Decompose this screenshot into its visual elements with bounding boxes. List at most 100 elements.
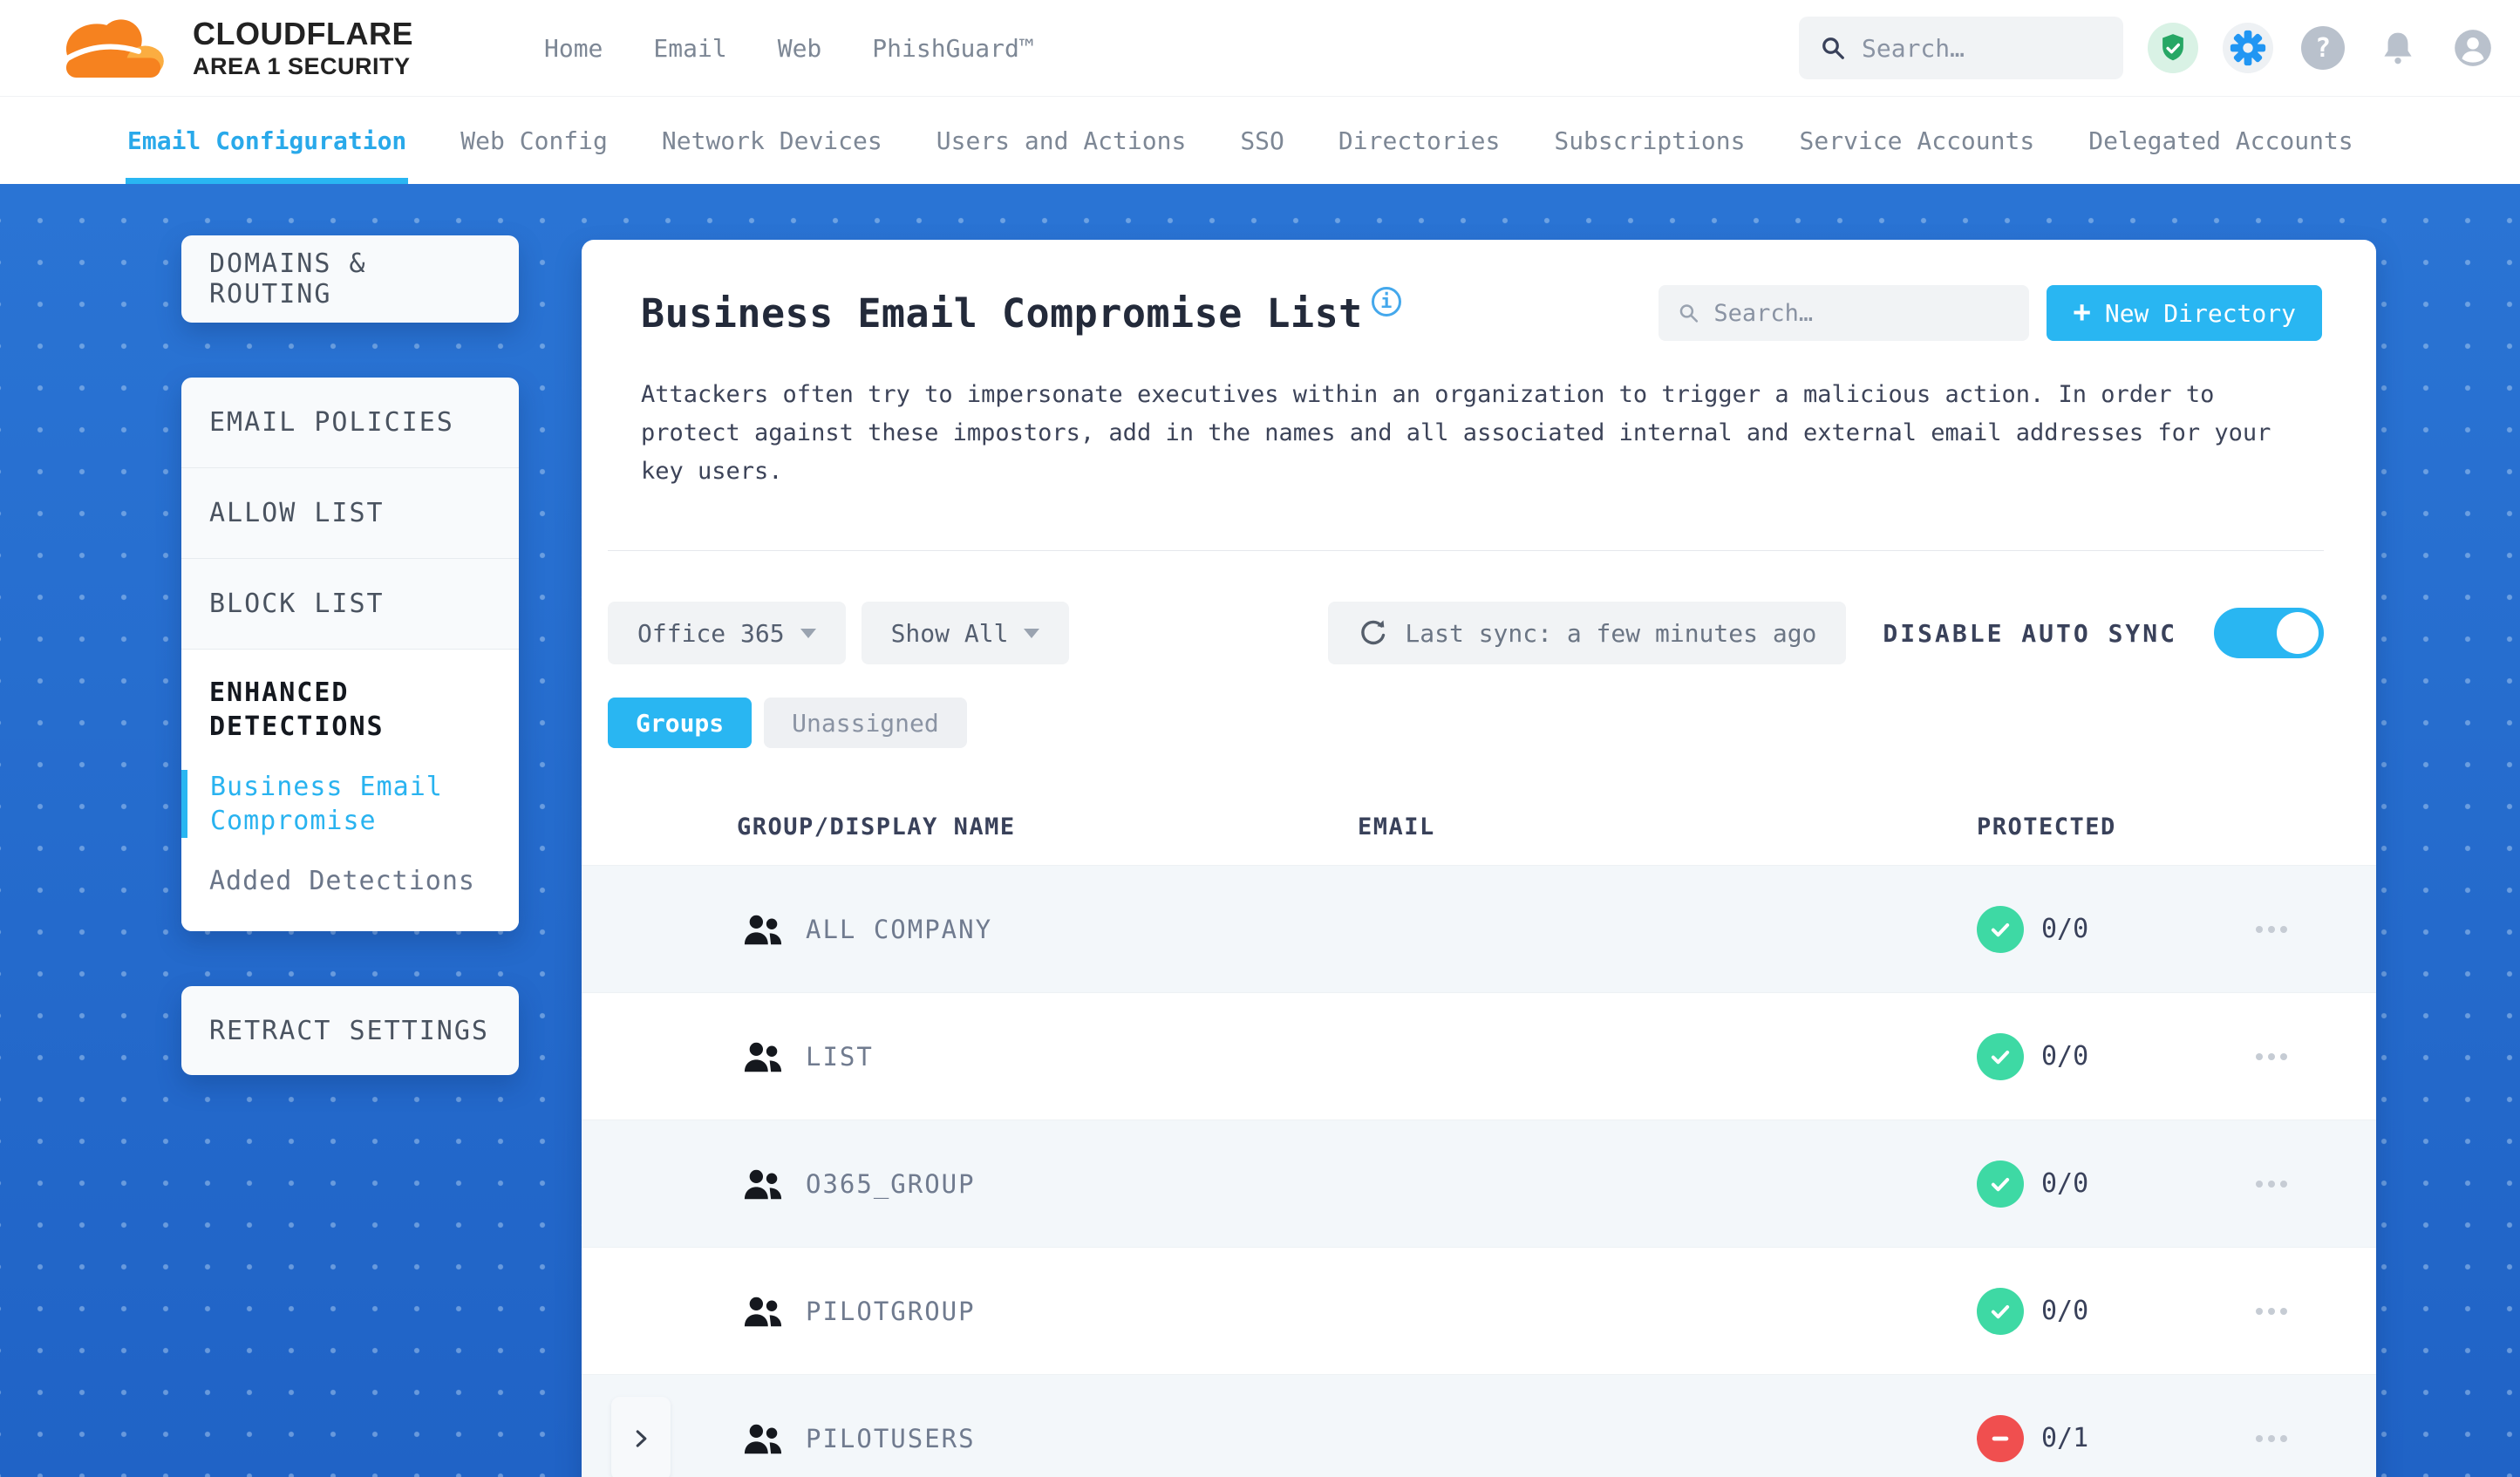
user-icon [2455,30,2491,66]
check-icon [1991,1177,2010,1191]
disable-auto-sync-label: DISABLE AUTO SYNC [1883,618,2177,648]
show-filter-dropdown[interactable]: Show All [861,602,1070,664]
global-search-input[interactable] [1862,33,2102,63]
topnav-link[interactable]: Web [778,34,822,63]
sidebar-item-domains-routing[interactable]: DOMAINS & ROUTING [181,235,519,323]
new-directory-label: New Directory [2104,298,2296,328]
check-icon [1991,922,2010,936]
row-menu-button[interactable] [2247,917,2296,942]
sidebar-item-retract-settings[interactable]: RETRACT SETTINGS [181,986,519,1075]
top-nav: Home Email Web PhishGuard™ [544,34,1034,63]
account-button[interactable] [2448,23,2498,73]
protected-blocked-badge [1977,1414,2024,1462]
protected-count: 0/1 [2041,1423,2089,1453]
subnav-tab[interactable]: Directories [1338,97,1500,184]
brand-subtitle: AREA 1 SECURITY [193,52,411,79]
search-icon [1822,37,1844,59]
security-status-button[interactable] [2148,23,2198,73]
group-name: PILOTGROUP [806,1296,976,1326]
topnav-link[interactable]: Home [544,34,603,63]
row-menu-button[interactable] [2247,1299,2296,1324]
new-directory-button[interactable]: + New Directory [2047,285,2322,341]
sidebar: DOMAINS & ROUTING EMAIL POLICIES ALLOW L… [181,235,519,1075]
subnav-tab[interactable]: Email Configuration [125,97,409,184]
protected-check-badge [1977,905,2024,953]
group-icon [744,1169,782,1199]
chevron-right-icon [636,1429,647,1447]
last-sync-button[interactable]: Last sync: a few minutes ago [1328,602,1847,664]
sidebar-item-email-policies[interactable]: EMAIL POLICIES [181,378,519,468]
table-row: ALL COMPANY 0/0 [582,865,2376,992]
expand-row-button[interactable] [611,1396,671,1477]
subnav-tab[interactable]: Subscriptions [1554,97,1745,184]
row-menu-button[interactable] [2247,1426,2296,1451]
row-menu-button[interactable] [2247,1172,2296,1196]
sidebar-policies-card: EMAIL POLICIES ALLOW LIST BLOCK LIST ENH… [181,378,519,931]
row-menu-button[interactable] [2247,1045,2296,1069]
subnav-tab[interactable]: SSO [1240,97,1284,184]
check-icon [1991,1304,2010,1318]
page: CLOUDFLARE AREA 1 SECURITY Home Email Web P… [0,0,2520,1477]
group-icon [744,1424,782,1453]
table-row: PILOTGROUP 0/0 [582,1247,2376,1374]
auto-sync-toggle[interactable] [2214,608,2324,658]
top-bar: CLOUDFLARE AREA 1 SECURITY Home Email Web P… [0,0,2520,96]
topnav-link[interactable]: PhishGuard™ [872,34,1033,63]
protected-count: 0/0 [2041,1168,2089,1199]
tab-groups[interactable]: Groups [608,698,753,748]
protected-check-badge [1977,1160,2024,1208]
sidebar-item-block-list[interactable]: BLOCK LIST [181,559,519,650]
sidebar-item-allow-list[interactable]: ALLOW LIST [181,468,519,559]
protected-check-badge [1977,1287,2024,1335]
sidebar-label: DOMAINS & ROUTING [209,248,367,310]
settings-button[interactable] [2223,23,2273,73]
brand[interactable]: CLOUDFLARE AREA 1 SECURITY [48,10,413,86]
group-name: LIST [806,1041,874,1072]
protected-count: 0/0 [2041,1296,2089,1326]
global-search [1799,17,2123,79]
table-row: PILOTUSERS 0/1 [582,1374,2376,1477]
sidebar-item-business-email-compromise[interactable]: Business Email Compromise [181,770,491,838]
help-icon: ? [2301,26,2345,70]
protected-check-badge [1977,1032,2024,1080]
sync-icon [1361,620,1386,645]
group-name: PILOTUSERS [806,1423,976,1453]
group-name: O365_GROUP [806,1168,976,1199]
protected-count: 0/0 [2041,914,2089,944]
content-area: DOMAINS & ROUTING EMAIL POLICIES ALLOW L… [0,184,2520,1477]
table-row: LIST 0/0 [582,992,2376,1120]
toggle-knob [2277,612,2319,654]
sidebar-item-added-detections[interactable]: Added Detections [209,864,491,898]
tab-unassigned[interactable]: Unassigned [764,698,967,748]
help-button[interactable]: ? [2298,23,2348,73]
plus-icon: + [2073,294,2091,330]
minus-icon [1992,1436,2009,1440]
subnav-tab[interactable]: Service Accounts [1800,97,2035,184]
column-header-group-display-name: GROUP/DISPLAY NAME [737,813,1016,841]
page-description: Attackers often try to impersonate execu… [641,381,2271,485]
check-icon [1991,1050,2010,1064]
subnav-tab[interactable]: Network Devices [662,97,882,184]
list-search-input[interactable] [1713,299,2011,327]
brand-name: CLOUDFLARE [193,15,413,51]
notifications-button[interactable] [2373,23,2423,73]
bell-icon [2384,32,2412,65]
protected-count: 0/0 [2041,1041,2089,1072]
subnav-tab[interactable]: Delegated Accounts [2088,97,2353,184]
info-icon[interactable]: i [1371,287,1401,316]
page-title: Business Email Compromise List [641,289,1363,337]
topnav-link[interactable]: Email [653,34,726,63]
provider-dropdown[interactable]: Office 365 [608,602,846,664]
groups-table: GROUP/DISPLAY NAME EMAIL PROTECTED ALL C… [582,788,2376,1477]
subnav-tab[interactable]: Web Config [460,97,608,184]
enhanced-detections-title: ENHANCED DETECTIONS [209,677,385,742]
column-header-email: EMAIL [1358,813,1435,841]
section-nav: Email Configuration Web Config Network Dev… [0,96,2520,184]
search-icon [1680,304,1699,323]
chevron-down-icon [800,628,816,638]
gear-icon [2223,23,2273,73]
subnav-tab[interactable]: Users and Actions [936,97,1187,184]
divider [608,550,2324,551]
group-icon [744,1297,782,1326]
group-icon [744,915,782,944]
